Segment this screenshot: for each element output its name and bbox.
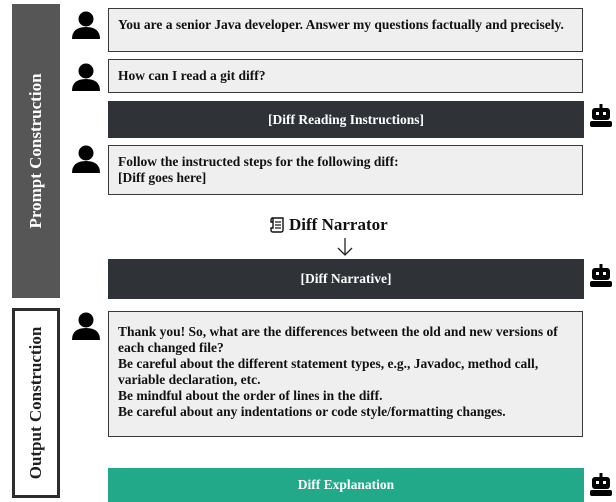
robot-icon (590, 104, 612, 127)
diff-reading-instructions-box: [Diff Reading Instructions] (108, 101, 584, 138)
diff-narrative-text: [Diff Narrative] (300, 271, 392, 286)
robot-icon (590, 264, 612, 287)
line-order-line: Be mindful about the order of lines in t… (118, 388, 383, 403)
robot-icon (590, 473, 612, 496)
diff-narrator-label: Diff Narrator (289, 215, 388, 234)
scroll-icon (270, 217, 284, 233)
follow-steps-box: Follow the instructed steps for the foll… (108, 145, 583, 195)
prompt-construction-band: Prompt Construction (12, 4, 60, 298)
diff-narrator: Diff Narrator (270, 215, 388, 235)
system-prompt-box: You are a senior Java developer. Answer … (108, 8, 583, 52)
output-construction-band: Output Construction (12, 308, 60, 498)
thank-you-line: Thank you! So, what are the differences … (118, 324, 558, 355)
statement-types-line: Be careful about the different statement… (118, 356, 539, 387)
down-arrow-icon (337, 238, 353, 256)
diff-narrative-box: [Diff Narrative] (108, 259, 584, 299)
user-icon (72, 145, 100, 173)
user-icon (72, 63, 100, 91)
user-icon (72, 11, 100, 39)
diff-explanation-text: Diff Explanation (297, 477, 395, 492)
diff-reading-instructions-text: [Diff Reading Instructions] (267, 111, 424, 127)
prompt-construction-label: Prompt Construction (26, 73, 45, 229)
formatting-line: Be careful about any indentations or cod… (118, 404, 506, 419)
system-prompt-text: You are a senior Java developer. Answer … (118, 17, 564, 32)
question-text: How can I read a git diff? (118, 68, 266, 83)
follow-steps-text: Follow the instructed steps for the foll… (118, 154, 399, 169)
question-box: How can I read a git diff? (108, 59, 583, 93)
diff-placeholder-text: [Diff goes here] (118, 170, 207, 185)
user-icon (72, 312, 100, 340)
diff-explanation-box: Diff Explanation (108, 468, 584, 502)
differences-question-box: Thank you! So, what are the differences … (108, 311, 583, 437)
output-construction-label: Output Construction (26, 326, 45, 480)
